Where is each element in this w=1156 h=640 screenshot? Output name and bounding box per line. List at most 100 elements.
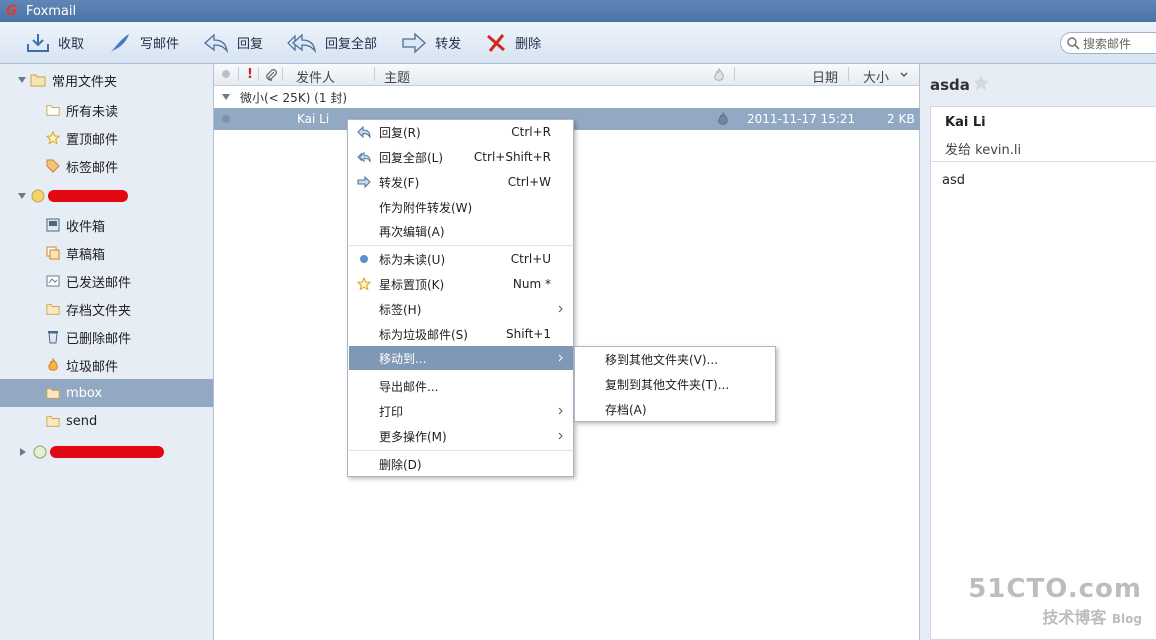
search-input[interactable]: 搜索邮件 <box>1060 32 1156 54</box>
delete-x-icon <box>487 33 506 52</box>
star-icon[interactable] <box>972 74 990 92</box>
group-header[interactable]: 微小(< 25K) (1 封) <box>214 86 920 108</box>
sidebar-item-label: 已发送邮件 <box>66 275 132 291</box>
read-dot-icon[interactable] <box>222 115 230 123</box>
collapse-arrow-icon[interactable] <box>222 94 230 100</box>
menu-item-label: 回复(R) <box>379 125 421 140</box>
sidebar-item-mbox[interactable]: mbox <box>0 379 213 407</box>
column-divider <box>848 67 849 81</box>
menu-item-label: 移动到... <box>379 351 427 366</box>
unread-dot-icon <box>360 255 368 263</box>
attachment-column-icon[interactable] <box>264 68 278 82</box>
account-icon <box>31 189 45 203</box>
title-bar: G Foxmail <box>0 0 1156 22</box>
flag-icon[interactable] <box>716 112 730 126</box>
sidebar-item-inbox[interactable]: 收件箱 <box>0 211 213 239</box>
menu-item-move-to[interactable]: 移动到... <box>349 346 573 370</box>
read-status-column-icon[interactable] <box>222 70 230 78</box>
sidebar-item-label: 存档文件夹 <box>66 303 132 319</box>
sidebar-item-drafts[interactable]: 草稿箱 <box>0 239 213 267</box>
submenu-item-archive[interactable]: 存档(A) <box>576 397 776 421</box>
reply-button[interactable]: 回复 <box>203 32 263 54</box>
preview-card: Kai Li 发给 kevin.li asd <box>930 106 1156 640</box>
menu-item-label: 更多操作(M) <box>379 429 447 444</box>
watermark-line2: 技术博客 Blog <box>968 604 1142 628</box>
reply-icon <box>204 33 228 53</box>
compose-label: 写邮件 <box>140 37 180 52</box>
receive-icon <box>27 33 49 52</box>
menu-item-forward[interactable]: 转发(F) Ctrl+W <box>349 170 573 194</box>
menu-item-more-actions[interactable]: 更多操作(M) <box>349 424 573 448</box>
forward-label: 转发 <box>435 37 462 52</box>
app-title: Foxmail <box>26 3 77 19</box>
priority-column-icon[interactable]: ! <box>247 67 253 82</box>
sidebar-item-label: 所有未读 <box>66 104 119 120</box>
size-column-header[interactable]: 大小 <box>863 67 889 86</box>
folder-icon <box>46 416 60 427</box>
collapse-arrow-icon[interactable] <box>18 193 26 199</box>
chevron-down-icon[interactable] <box>900 72 908 78</box>
sidebar-item-tagged[interactable]: 标签邮件 <box>0 152 213 180</box>
sidebar-item-starred[interactable]: 置顶邮件 <box>0 124 213 152</box>
toolbar: 收取 写邮件 回复 回复全部 转发 删除 搜索邮件 <box>0 22 1156 64</box>
menu-item-tags[interactable]: 标签(H) <box>349 297 573 321</box>
delete-label: 删除 <box>515 37 542 52</box>
submenu-item-copy-to-folder[interactable]: 复制到其他文件夹(T)... <box>576 372 776 396</box>
drafts-icon <box>46 246 60 260</box>
submenu-item-move-to-folder[interactable]: 移到其他文件夹(V)... <box>576 347 776 371</box>
sidebar-item-deleted[interactable]: 已删除邮件 <box>0 323 213 351</box>
menu-item-edit-again[interactable]: 再次编辑(A) <box>349 219 573 243</box>
watermark: 51CTO.com 技术博客 Blog <box>968 574 1142 628</box>
menu-item-mark-unread[interactable]: 标为未读(U) Ctrl+U <box>349 247 573 271</box>
sidebar-item-label: send <box>66 413 98 429</box>
reply-all-icon <box>357 151 371 163</box>
account-group-1[interactable] <box>0 182 214 210</box>
menu-item-delete[interactable]: 删除(D) <box>349 452 573 476</box>
menu-item-mark-junk[interactable]: 标为垃圾邮件(S) Shift+1 <box>349 322 573 346</box>
flag-column-icon[interactable] <box>712 68 726 82</box>
menu-item-shortcut: Ctrl+U <box>510 252 551 266</box>
sender-column-header[interactable]: 发件人 <box>296 67 335 86</box>
expand-arrow-icon[interactable] <box>20 448 26 456</box>
sidebar-item-junk[interactable]: 垃圾邮件 <box>0 351 213 379</box>
menu-item-label: 标为未读(U) <box>379 252 446 267</box>
reply-icon <box>357 125 371 139</box>
reply-all-button[interactable]: 回复全部 <box>287 32 377 54</box>
reply-all-label: 回复全部 <box>325 37 378 52</box>
divider <box>931 161 1156 162</box>
receive-button[interactable]: 收取 <box>26 32 84 54</box>
search-icon <box>1067 36 1080 50</box>
menu-separator <box>349 245 573 246</box>
menu-item-print[interactable]: 打印 <box>349 399 573 423</box>
menu-item-star[interactable]: 星标置顶(K) Num * <box>349 272 573 296</box>
favorites-group[interactable]: 常用文件夹 <box>0 66 214 94</box>
foxmail-logo-icon: G <box>6 3 18 19</box>
menu-item-label: 星标置顶(K) <box>379 277 445 292</box>
forward-button[interactable]: 转发 <box>401 32 461 54</box>
menu-item-label: 移到其他文件夹(V)... <box>605 352 719 367</box>
menu-item-forward-as-attachment[interactable]: 作为附件转发(W) <box>349 195 573 219</box>
inbox-icon <box>46 218 60 232</box>
preview-from[interactable]: Kai Li <box>945 115 986 130</box>
sidebar-item-send[interactable]: send <box>0 407 213 435</box>
column-divider <box>238 67 239 81</box>
column-header: ! 发件人 主题 日期 大小 <box>214 64 919 86</box>
menu-item-reply-all[interactable]: 回复全部(L) Ctrl+Shift+R <box>349 145 573 169</box>
sidebar-item-label: 标签邮件 <box>66 160 119 176</box>
column-divider <box>282 67 283 81</box>
menu-item-reply[interactable]: 回复(R) Ctrl+R <box>349 120 573 144</box>
menu-item-label: 再次编辑(A) <box>379 224 445 239</box>
menu-item-shortcut: Ctrl+Shift+R <box>473 150 551 164</box>
row-sender: Kai Li <box>297 112 330 126</box>
sidebar-item-all-unread[interactable]: 所有未读 <box>0 96 213 124</box>
subject-column-header[interactable]: 主题 <box>384 67 410 86</box>
date-column-header[interactable]: 日期 <box>812 67 838 86</box>
compose-button[interactable]: 写邮件 <box>108 32 179 54</box>
delete-button[interactable]: 删除 <box>485 32 541 54</box>
menu-item-export[interactable]: 导出邮件... <box>349 374 573 398</box>
sidebar-item-archive[interactable]: 存档文件夹 <box>0 295 213 323</box>
sidebar-item-sent[interactable]: 已发送邮件 <box>0 267 213 295</box>
favorites-label: 常用文件夹 <box>52 74 118 90</box>
account-group-2[interactable] <box>0 438 214 466</box>
collapse-arrow-icon[interactable] <box>18 77 26 83</box>
